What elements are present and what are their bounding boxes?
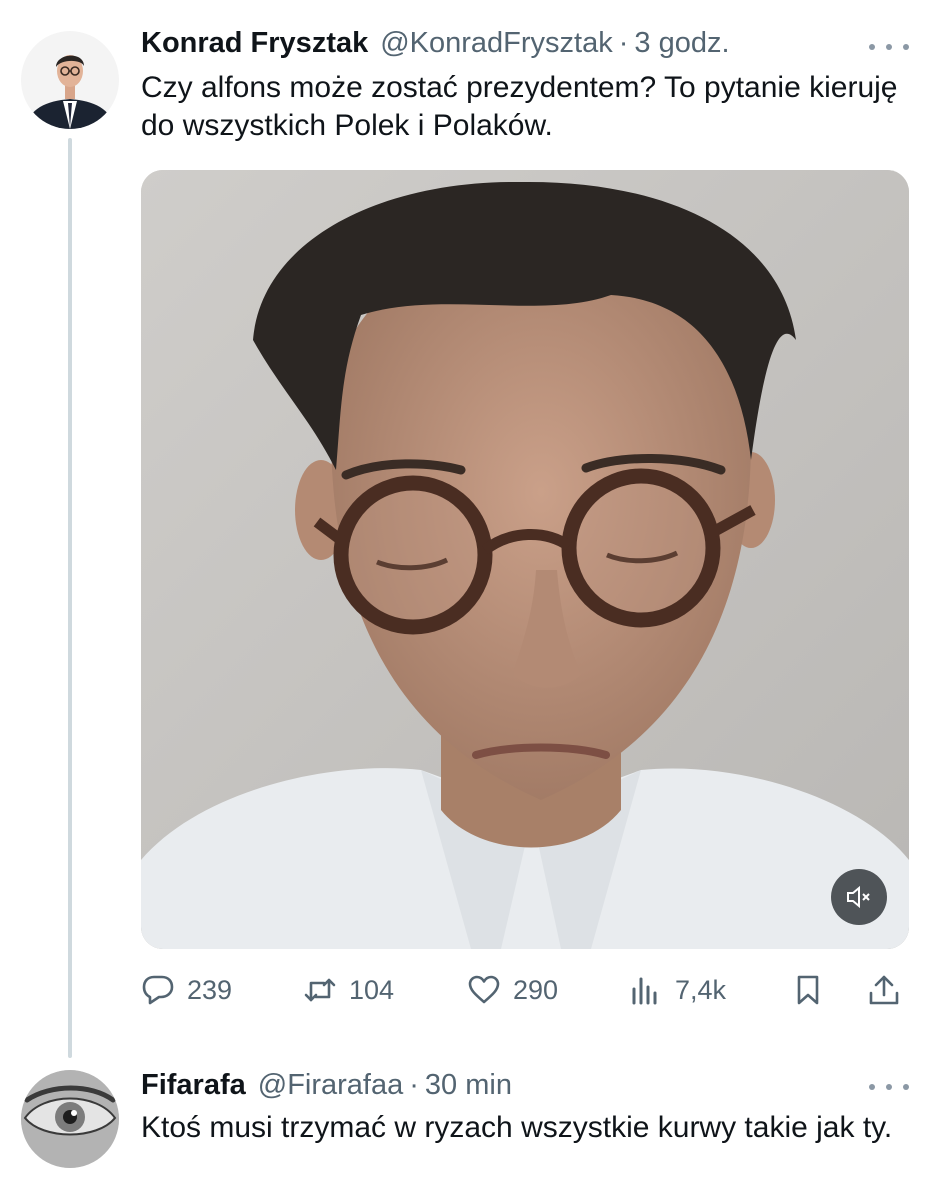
thread-connector-line xyxy=(68,138,72,1058)
like-count: 290 xyxy=(513,974,559,1005)
tweet-header: Fifarafa @Firarafaa · 30 min xyxy=(141,1069,512,1101)
tweet-video[interactable] xyxy=(141,170,909,949)
author-handle[interactable]: @KonradFrysztak xyxy=(380,27,613,59)
bookmark-button[interactable] xyxy=(791,970,825,1010)
separator-dot: · xyxy=(409,1069,419,1101)
video-frame xyxy=(141,170,909,949)
tweet-actions-bar: 239 104 290 7,4k xyxy=(141,962,911,1018)
reply-button[interactable]: 239 xyxy=(141,970,232,1010)
eye-avatar-icon xyxy=(21,1070,119,1168)
like-button[interactable]: 290 xyxy=(467,970,558,1010)
views-button[interactable]: 7,4k xyxy=(629,970,726,1010)
man-in-suit-avatar-icon xyxy=(21,31,119,129)
retweet-count: 104 xyxy=(349,974,395,1005)
heart-icon xyxy=(468,975,500,1004)
separator-dot: · xyxy=(618,27,629,59)
author-name[interactable]: Fifarafa xyxy=(141,1069,246,1101)
tweet-text: Ktoś musi trzymać w ryzach wszystkie kur… xyxy=(141,1111,893,1144)
reply-count: 239 xyxy=(187,974,233,1005)
tweet-timestamp[interactable]: 30 min xyxy=(425,1069,512,1101)
author-avatar[interactable] xyxy=(21,1070,119,1168)
tweet-thread: Konrad Frysztak @KonradFrysztak · 3 godz… xyxy=(0,0,931,1200)
retweet-icon xyxy=(304,978,336,1002)
views-icon xyxy=(632,977,657,1005)
tweet-text: Czy alfons może zostać prezydentem? To p… xyxy=(141,71,898,142)
author-handle[interactable]: @Firarafaa xyxy=(258,1069,403,1101)
more-icon[interactable] xyxy=(869,37,909,57)
bookmark-icon xyxy=(797,975,819,1005)
author-name[interactable]: Konrad Frysztak xyxy=(141,27,368,59)
volume-mute-icon xyxy=(847,885,870,909)
share-button[interactable] xyxy=(867,970,901,1010)
views-count: 7,4k xyxy=(675,974,727,1005)
share-icon xyxy=(869,975,899,1005)
retweet-button[interactable]: 104 xyxy=(303,970,394,1010)
tweet-timestamp[interactable]: 3 godz. xyxy=(634,27,729,59)
author-avatar[interactable] xyxy=(21,31,119,129)
more-icon[interactable] xyxy=(869,1077,909,1097)
mute-toggle-button[interactable] xyxy=(831,869,887,925)
reply-icon xyxy=(142,975,174,1005)
tweet-header: Konrad Frysztak @KonradFrysztak · 3 godz… xyxy=(141,27,730,59)
